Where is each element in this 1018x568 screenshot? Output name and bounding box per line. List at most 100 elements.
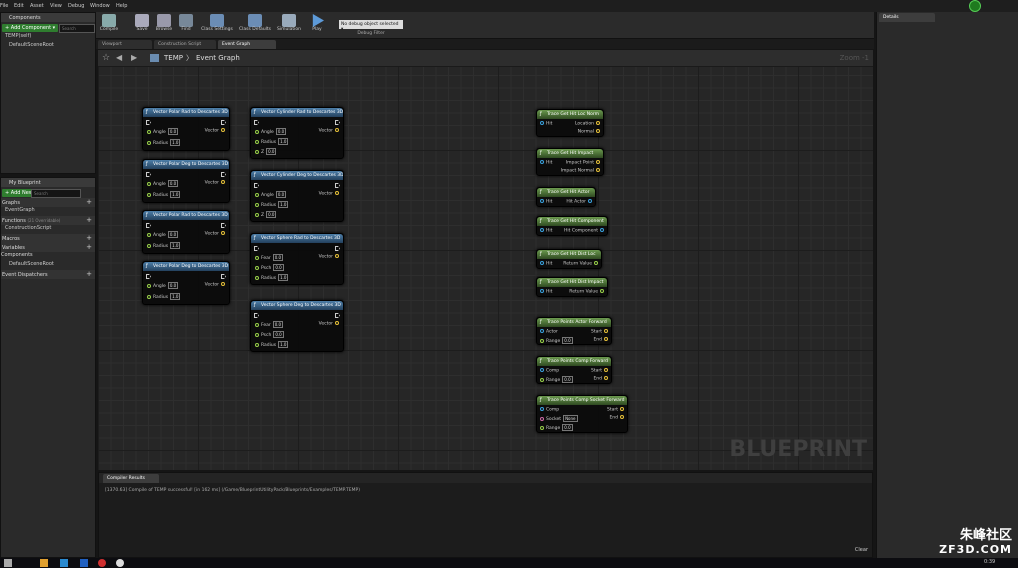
add-component-button[interactable]: + Add Component ▾ <box>2 24 59 32</box>
category-graphs[interactable]: Graphs + <box>1 198 95 207</box>
angle-pin[interactable]: Angle 0.0 <box>253 191 287 198</box>
node-vector-polar-deg-2[interactable]: Vector Polar Deg to Descartes 3D Angle0.… <box>142 261 230 305</box>
simulation-button[interactable]: Simulation <box>276 14 302 38</box>
compiler-results-tab[interactable]: Compiler Results <box>103 474 159 483</box>
node-vector-cylinder-rad[interactable]: Vector Cylinder Rad to Descartes 3D Angl… <box>250 107 344 159</box>
node-trace-points-comp-socket-forward[interactable]: Trace Points Comp Socket Forward Comp So… <box>536 395 628 433</box>
add-dispatcher-icon[interactable]: + <box>86 270 92 278</box>
add-macro-icon[interactable]: + <box>86 234 92 242</box>
menu-debug[interactable]: Debug <box>68 3 84 9</box>
hit-component-out-pin[interactable]: Hit Component <box>564 228 606 234</box>
exec-out-pin[interactable] <box>335 120 340 125</box>
exec-in-pin[interactable] <box>146 172 151 177</box>
breadcrumb-root[interactable]: TEMP <box>164 54 183 62</box>
add-variable-icon[interactable]: + <box>86 243 92 251</box>
end-out-pin[interactable]: End <box>593 337 610 343</box>
opera-icon[interactable] <box>98 559 106 567</box>
explorer-icon[interactable] <box>40 559 48 567</box>
menu-asset[interactable]: Asset <box>30 3 44 9</box>
radius-pin[interactable]: Radius 1.0 <box>253 341 289 348</box>
exec-in-pin[interactable] <box>254 183 259 188</box>
node-trace-get-hit-impact[interactable]: Trace Get Hit Impact Hit Impact Point Im… <box>536 148 604 176</box>
exec-out-pin[interactable] <box>335 183 340 188</box>
components-tab[interactable]: Components <box>1 13 95 22</box>
start-icon[interactable] <box>4 559 12 567</box>
radius-pin[interactable]: Radius 1.0 <box>253 201 289 208</box>
variable-default-scene-root[interactable]: DefaultSceneRoot <box>1 261 95 270</box>
end-out-pin[interactable]: End <box>593 376 610 382</box>
star-icon[interactable]: ☆ <box>102 53 110 63</box>
node-trace-points-comp-forward[interactable]: Trace Points Comp Forward Comp Range0.0 … <box>536 356 612 384</box>
node-trace-points-actor-forward[interactable]: Trace Points Actor Forward Actor Range0.… <box>536 317 612 345</box>
event-graph-canvas[interactable]: ☆ ◀ ▶ TEMP 〉 Event Graph Zoom -1 Vector … <box>98 50 873 470</box>
node-trace-get-hit-dist-loc[interactable]: Trace Get Hit Dist Loc Hit Return Value <box>536 249 602 269</box>
fear-pin[interactable]: Fear 0.0 <box>253 321 284 328</box>
angle-pin[interactable]: Angle 0.0 <box>145 282 179 289</box>
pin-value[interactable]: 0.0 <box>273 331 284 338</box>
exec-out-pin[interactable] <box>221 223 226 228</box>
angle-pin[interactable]: Angle 0.0 <box>145 180 179 187</box>
vector-out-pin[interactable]: Vector <box>319 128 341 134</box>
function-construction-script[interactable]: ConstructionScript <box>1 225 95 234</box>
category-functions[interactable]: Functions (21 Overridable) + <box>1 216 95 225</box>
fear-pin[interactable]: Fear 0.0 <box>253 254 284 261</box>
component-self[interactable]: TEMP(self) <box>1 33 95 42</box>
hit-in-pin[interactable]: Hit <box>538 289 552 295</box>
pin-value[interactable]: 0.0 <box>167 231 179 238</box>
end-out-pin[interactable]: End <box>609 415 626 421</box>
exec-in-pin[interactable] <box>146 223 151 228</box>
psch-pin[interactable]: Psch 0.0 <box>253 264 284 271</box>
exec-in-pin[interactable] <box>146 120 151 125</box>
normal-out-pin[interactable]: Normal <box>578 129 602 135</box>
vector-out-pin[interactable]: Vector <box>319 254 341 260</box>
node-trace-get-hit-loc-norm[interactable]: Trace Get Hit Loc Norm Hit Location Norm… <box>536 109 604 137</box>
pin-value[interactable]: 0.0 <box>562 424 573 431</box>
forward-arrow-icon[interactable]: ▶ <box>131 53 137 62</box>
exec-in-pin[interactable] <box>254 246 259 251</box>
angle-pin[interactable]: Angle 0.0 <box>253 128 287 135</box>
pin-value[interactable]: 1.0 <box>278 341 289 348</box>
vs-icon[interactable] <box>80 559 88 567</box>
class-settings-button[interactable]: Class Settings <box>200 14 234 38</box>
node-vector-polar-deg[interactable]: Vector Polar Deg to Descartes 3D Angle0.… <box>142 159 230 203</box>
node-trace-get-hit-actor[interactable]: Trace Get Hit Actor Hit Hit Actor <box>536 187 596 207</box>
pin-value[interactable]: 0.0 <box>275 128 287 135</box>
components-search-input[interactable]: Search <box>59 24 95 33</box>
angle-pin[interactable]: Angle 0.0 <box>145 231 179 238</box>
hit-in-pin[interactable]: Hit <box>538 261 552 267</box>
start-out-pin[interactable]: Start <box>607 407 626 413</box>
psch-pin[interactable]: Psch 0.0 <box>253 331 284 338</box>
hit-in-pin[interactable]: Hit <box>538 228 552 234</box>
vector-out-pin[interactable]: Vector <box>205 231 227 237</box>
hit-in-pin[interactable]: Hit <box>538 121 552 127</box>
pin-value[interactable]: 1.0 <box>170 293 181 300</box>
pin-value[interactable]: 0.0 <box>562 376 573 383</box>
range-in-pin[interactable]: Range 0.0 <box>538 424 573 431</box>
return-value-out-pin[interactable]: Return Value <box>569 289 606 295</box>
vector-out-pin[interactable]: Vector <box>205 128 227 134</box>
save-button[interactable]: Save <box>134 14 150 38</box>
class-defaults-button[interactable]: Class Defaults <box>238 14 272 38</box>
socket-in-pin[interactable]: Socket None <box>538 415 578 422</box>
pin-value[interactable]: 0.0 <box>562 337 573 344</box>
my-blueprint-tab[interactable]: My Blueprint <box>1 178 95 187</box>
start-out-pin[interactable]: Start <box>591 368 610 374</box>
exec-out-pin[interactable] <box>335 313 340 318</box>
add-function-icon[interactable]: + <box>86 216 92 224</box>
hit-actor-out-pin[interactable]: Hit Actor <box>566 199 594 205</box>
menu-edit[interactable]: Edit <box>14 3 24 9</box>
unreal-icon[interactable] <box>116 559 124 567</box>
pin-value[interactable]: 0.0 <box>266 148 277 155</box>
blueprint-search-input[interactable]: Search <box>31 189 81 198</box>
compile-button[interactable]: Compile <box>98 14 120 38</box>
radius-pin[interactable]: Radius 1.0 <box>145 191 181 198</box>
vector-out-pin[interactable]: Vector <box>205 282 227 288</box>
pin-value[interactable]: 1.0 <box>170 242 181 249</box>
node-vector-polar-rad[interactable]: Vector Polar Rad to Descartes 3D Angle0.… <box>142 107 230 151</box>
browse-button[interactable]: Browse <box>154 14 174 38</box>
pin-value[interactable]: 0.0 <box>167 128 179 135</box>
radius-pin[interactable]: Radius 1.0 <box>145 139 181 146</box>
pin-value[interactable]: 0.0 <box>275 191 287 198</box>
category-event-dispatchers[interactable]: Event Dispatchers + <box>1 270 95 279</box>
menu-window[interactable]: Window <box>90 3 110 9</box>
